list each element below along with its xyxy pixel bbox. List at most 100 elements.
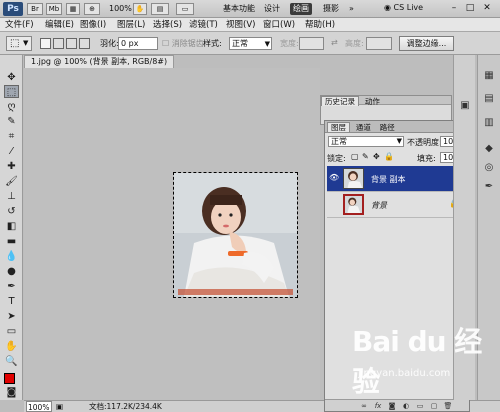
paths-dock-icon[interactable]: ✒ [482,180,496,194]
workspace-photography[interactable]: 摄影 [320,3,342,15]
layer-thumbnail [343,168,364,189]
menu-help[interactable]: 帮助(H) [305,19,335,31]
add-mask-icon[interactable]: ◙ [387,401,397,411]
history-panel-icon[interactable]: ▣ [458,99,472,113]
blur-tool-icon[interactable]: 💧 [4,250,19,263]
chevron-down-icon: ▼ [23,39,29,47]
tab-paths[interactable]: 路径 [377,123,398,133]
zoom-tool-icon[interactable]: 🔍 [4,355,19,368]
move-tool-icon[interactable]: ✥ [4,71,19,84]
layers-dock-icon[interactable]: ◆ [482,142,496,156]
new-layer-icon[interactable]: ▢ [429,401,439,411]
lasso-tool-icon[interactable]: ღ [4,100,19,113]
workspace-essentials[interactable]: 基本功能 [220,3,258,15]
swatches-panel-icon[interactable]: ▤ [482,92,496,106]
history-brush-icon[interactable]: ↺ [4,205,19,218]
tab-history[interactable]: 历史记录 [321,96,359,106]
marquee-tool-icon[interactable]: ⬚ [4,85,19,98]
tab-channels[interactable]: 通道 [353,123,374,133]
adjustment-layer-icon[interactable]: ◐ [401,401,411,411]
app-zoom-level[interactable]: 100% [109,4,132,13]
menu-filter[interactable]: 滤镜(T) [189,19,218,31]
menu-view[interactable]: 视图(V) [226,19,255,31]
zoom-tool-button[interactable]: ⊕ [84,3,100,15]
quick-mask-icon[interactable]: ◙ [4,386,19,399]
menu-edit[interactable]: 编辑(E) [45,19,74,31]
menu-select[interactable]: 选择(S) [153,19,182,31]
close-icon[interactable]: ✕ [481,3,493,14]
minibridge-button[interactable]: Mb [46,3,62,15]
quick-select-icon[interactable]: ✎ [4,115,19,128]
screen-mode-button[interactable]: ▭ [176,3,194,15]
clone-stamp-icon[interactable]: ⊥ [4,190,19,203]
lock-transparency-icon[interactable]: ▢ [351,152,359,161]
workspace-painting[interactable]: 绘画 [290,3,312,15]
status-zoom-field[interactable]: 100% [26,401,52,412]
brush-tool-icon[interactable]: 🖌 [4,175,19,188]
cs-live-button[interactable]: ◉ CS Live [384,3,423,12]
blend-mode-select[interactable]: 正常 ▼ [328,136,404,147]
lock-label: 锁定: [327,154,346,163]
healing-brush-icon[interactable]: ✚ [4,160,19,173]
menu-window[interactable]: 窗口(W) [263,19,295,31]
eyedropper-icon[interactable]: ⁄ [4,145,19,158]
pen-tool-icon[interactable]: ✒ [4,280,19,293]
tab-layers[interactable]: 图层 [327,122,350,132]
tab-actions[interactable]: 动作 [362,97,383,107]
visibility-toggle-icon[interactable] [329,199,339,209]
layer-row-background-copy[interactable]: 👁 背景 副本 [327,166,467,192]
hand-tool-icon[interactable]: ✋ [4,340,19,353]
arrange-documents-button[interactable]: ▤ [151,3,169,15]
link-layers-icon[interactable]: ∞ [359,401,369,411]
new-selection-icon[interactable] [40,38,51,49]
delete-layer-icon[interactable]: 🗑 [443,401,453,411]
add-to-selection-icon[interactable] [53,38,64,49]
guides-button[interactable]: ▦ [66,3,80,15]
path-select-icon[interactable]: ➤ [4,310,19,323]
thumbnail-image [345,196,362,213]
new-group-icon[interactable]: ▭ [415,401,425,411]
shape-tool-icon[interactable]: ▭ [4,325,19,338]
menu-layer[interactable]: 图层(L) [117,19,145,31]
tool-preset-picker[interactable]: ⬚ ▼ [6,36,32,51]
layer-row-background[interactable]: 背景 🔒 [327,192,467,218]
eraser-icon[interactable]: ◧ [4,220,19,233]
document-tab[interactable]: 1.jpg @ 100% (背景 副本, RGB/8#) * × [24,55,174,78]
foreground-color-swatch[interactable] [4,373,15,384]
lock-all-icon[interactable]: 🔒 [384,152,394,161]
canvas-image[interactable] [173,172,298,298]
antialias-checkbox[interactable]: ☐ 消除锯齿 [162,38,204,49]
gradient-tool-icon[interactable]: ▬ [4,235,19,248]
menu-file[interactable]: 文件(F) [5,19,34,31]
height-input[interactable] [366,37,392,50]
color-panel-icon[interactable]: ▦ [482,69,496,83]
intersect-selection-icon[interactable] [79,38,90,49]
refine-edge-button[interactable]: 调整边缘... [399,36,454,51]
width-input[interactable] [299,37,324,50]
lock-pixels-icon[interactable]: ✎ [362,152,369,161]
styles-panel-icon[interactable]: ▥ [482,116,496,130]
history-panel-tabs: 历史记录 动作 [321,96,451,107]
style-select[interactable]: 正常 ▼ [229,37,272,50]
workspace-design[interactable]: 设计 [261,3,283,15]
lock-position-icon[interactable]: ✥ [373,152,380,161]
swap-icon[interactable]: ⇄ [331,38,338,47]
document-size-info[interactable]: 文档:117.2K/234.4K [89,401,162,412]
eye-icon[interactable]: 👁 [329,173,339,183]
bridge-button[interactable]: Br [27,3,43,15]
dodge-tool-icon[interactable]: ● [4,265,19,278]
feather-input[interactable]: 0 px [118,37,158,50]
layer-style-icon[interactable]: fx [373,401,383,411]
type-tool-icon[interactable]: T [4,295,19,308]
menu-image[interactable]: 图像(I) [80,19,106,31]
status-options-icon[interactable]: ▣ [56,401,63,412]
subtract-selection-icon[interactable] [66,38,77,49]
layer-thumbnail [343,194,364,215]
hand-tool-button[interactable]: ✋ [133,3,147,15]
minimize-icon[interactable]: – [448,3,460,14]
tools-panel: ✥ ⬚ ღ ✎ ⌗ ⁄ ✚ 🖌 ⊥ ↺ ◧ ▬ 💧 ● ✒ T ➤ ▭ ✋ 🔍 … [0,55,23,400]
channels-dock-icon[interactable]: ◎ [482,161,496,175]
crop-tool-icon[interactable]: ⌗ [4,130,19,143]
workspace-more-button[interactable]: » [346,3,357,15]
maximize-icon[interactable]: □ [464,3,476,14]
